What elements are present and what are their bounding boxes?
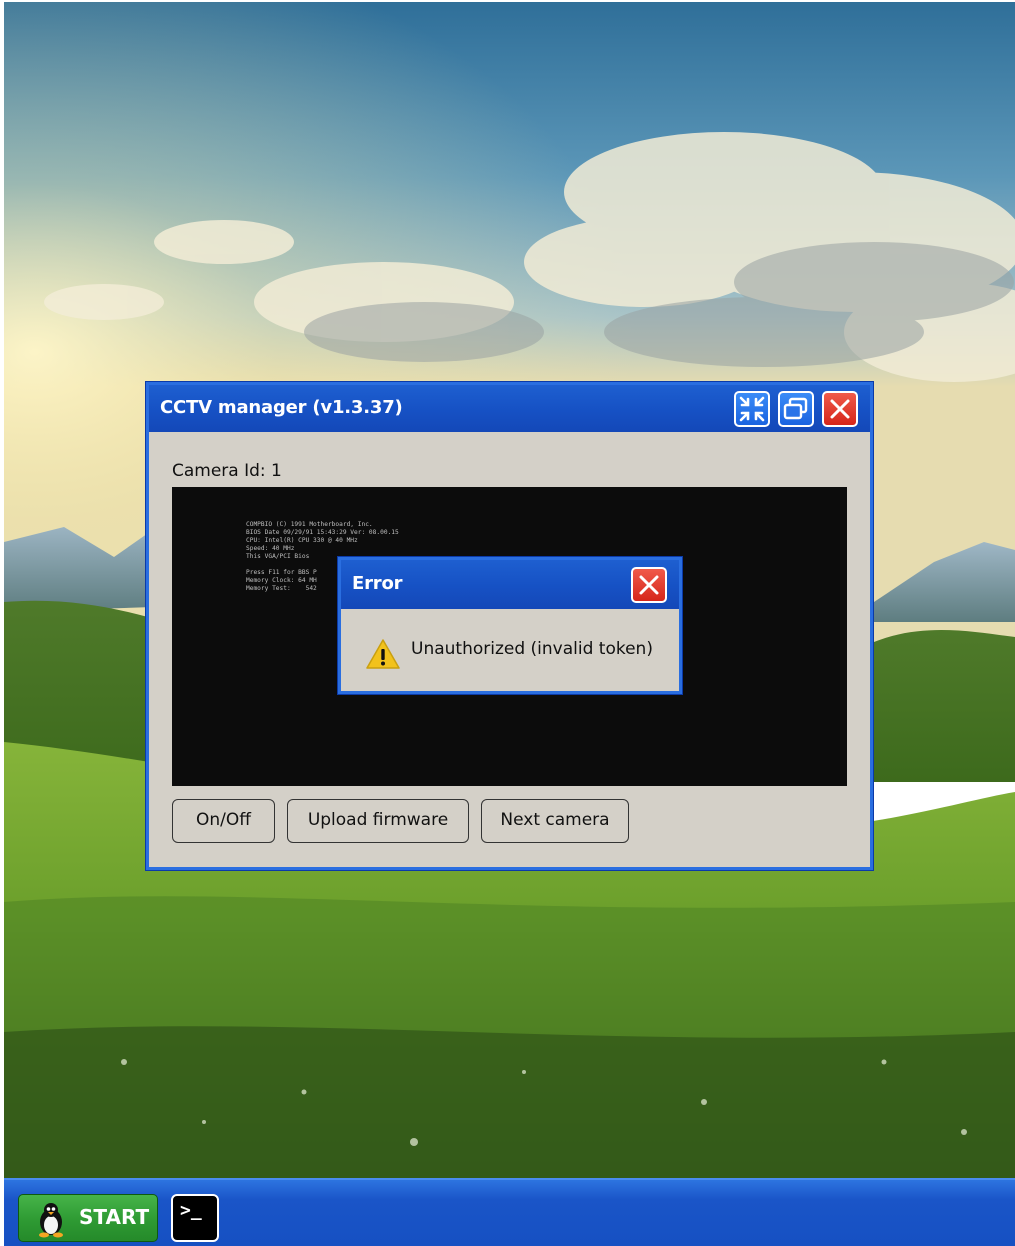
camera-id-label: Camera Id: 1 xyxy=(172,461,282,481)
close-icon xyxy=(639,575,659,595)
close-icon xyxy=(830,399,850,419)
window-titlebar[interactable]: CCTV manager (v1.3.37) xyxy=(149,385,870,432)
desktop: CCTV manager (v1.3.37) Camera Id: 1 COMP… xyxy=(0,0,1015,1246)
close-button[interactable] xyxy=(822,391,858,427)
penguin-icon xyxy=(39,1203,63,1238)
dialog-message: Unauthorized (invalid token) xyxy=(411,639,653,659)
terminal-icon: >_ xyxy=(180,1200,202,1221)
dialog-title: Error xyxy=(352,573,403,594)
shrink-icon xyxy=(739,396,765,422)
start-label: START xyxy=(79,1205,150,1229)
terminal-button[interactable]: >_ xyxy=(171,1194,219,1242)
next-camera-button[interactable]: Next camera xyxy=(481,799,629,843)
dialog-close-button[interactable] xyxy=(631,567,667,603)
error-dialog: Error Unauthorized (invalid token) xyxy=(338,557,682,694)
taskbar: START >_ xyxy=(4,1178,1015,1246)
shrink-button[interactable] xyxy=(734,391,770,427)
on-off-button[interactable]: On/Off xyxy=(172,799,275,843)
dialog-titlebar[interactable]: Error xyxy=(341,560,679,609)
window-title: CCTV manager (v1.3.37) xyxy=(160,397,403,418)
warning-icon xyxy=(366,639,400,669)
restore-icon xyxy=(783,397,808,420)
restore-button[interactable] xyxy=(778,391,814,427)
upload-firmware-button[interactable]: Upload firmware xyxy=(287,799,469,843)
start-button[interactable]: START xyxy=(18,1194,158,1242)
